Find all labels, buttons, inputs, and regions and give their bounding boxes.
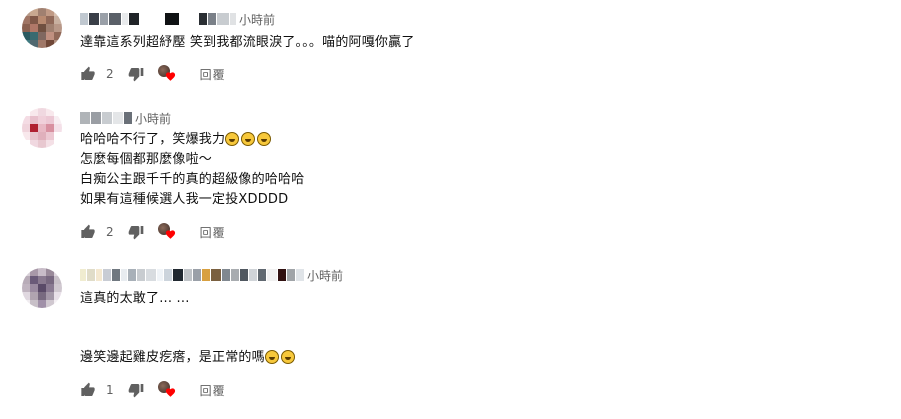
avatar[interactable] — [22, 108, 62, 148]
rofl-emoji — [225, 132, 240, 146]
dislike-icon[interactable] — [128, 66, 144, 82]
rofl-emoji — [241, 132, 256, 146]
like-icon[interactable] — [80, 66, 96, 82]
rofl-emoji — [280, 350, 295, 364]
comment-text: 白痴公主跟千千的真的超級像的哈哈哈 — [80, 172, 305, 187]
like-count: 2 — [106, 67, 114, 81]
comment-header: 小時前 — [80, 10, 275, 28]
creator-heart-badge — [157, 65, 178, 83]
heart-icon — [165, 388, 175, 397]
reply-button[interactable]: 回覆 — [200, 66, 226, 83]
comment-timestamp[interactable]: 小時前 — [239, 11, 275, 28]
heart-icon — [165, 230, 175, 239]
author-name-redacted[interactable] — [80, 13, 237, 25]
like-count: 2 — [106, 225, 114, 239]
comment-actions: 1 回覆 — [80, 379, 226, 401]
avatar[interactable] — [22, 268, 62, 308]
comment-line: 哈哈哈不行了，笑爆我力 — [80, 132, 226, 147]
like-icon[interactable] — [80, 224, 96, 240]
comment-header: 小時前 — [80, 266, 343, 284]
comment-text: 達靠這系列超紓壓 笑到我都流眼淚了。。。喵的阿嘎你贏了 — [80, 35, 415, 50]
comment-line: 邊笑邊起雞皮疙瘩，是正常的嗎 — [80, 350, 265, 365]
like-count: 1 — [106, 383, 114, 397]
heart-icon — [165, 72, 175, 81]
reply-button[interactable]: 回覆 — [200, 224, 226, 241]
comment-text: 哈哈哈不行了，笑爆我力 — [80, 130, 273, 150]
author-name-redacted[interactable] — [80, 269, 305, 281]
avatar[interactable] — [22, 8, 62, 48]
comment-text: 這真的太敢了... ... — [80, 291, 190, 306]
rofl-emoji — [257, 132, 272, 146]
reply-button[interactable]: 回覆 — [200, 382, 226, 399]
creator-heart-badge — [157, 381, 178, 399]
comment-timestamp[interactable]: 小時前 — [307, 267, 343, 284]
comment-text: 邊笑邊起雞皮疙瘩，是正常的嗎 — [80, 348, 297, 368]
comment-actions: 2 回覆 — [80, 63, 226, 85]
comment-timestamp[interactable]: 小時前 — [135, 110, 171, 127]
dislike-icon[interactable] — [128, 382, 144, 398]
like-icon[interactable] — [80, 382, 96, 398]
comment-text: 怎麼每個都那麼像啦～ — [80, 152, 213, 167]
author-name-redacted[interactable] — [80, 112, 133, 124]
comment-text: 如果有這種候選人我一定投XDDDD — [80, 192, 289, 207]
creator-heart-badge — [157, 223, 178, 241]
comment-actions: 2 回覆 — [80, 221, 226, 243]
rofl-emoji — [264, 350, 279, 364]
comment-header: 小時前 — [80, 109, 171, 127]
dislike-icon[interactable] — [128, 224, 144, 240]
